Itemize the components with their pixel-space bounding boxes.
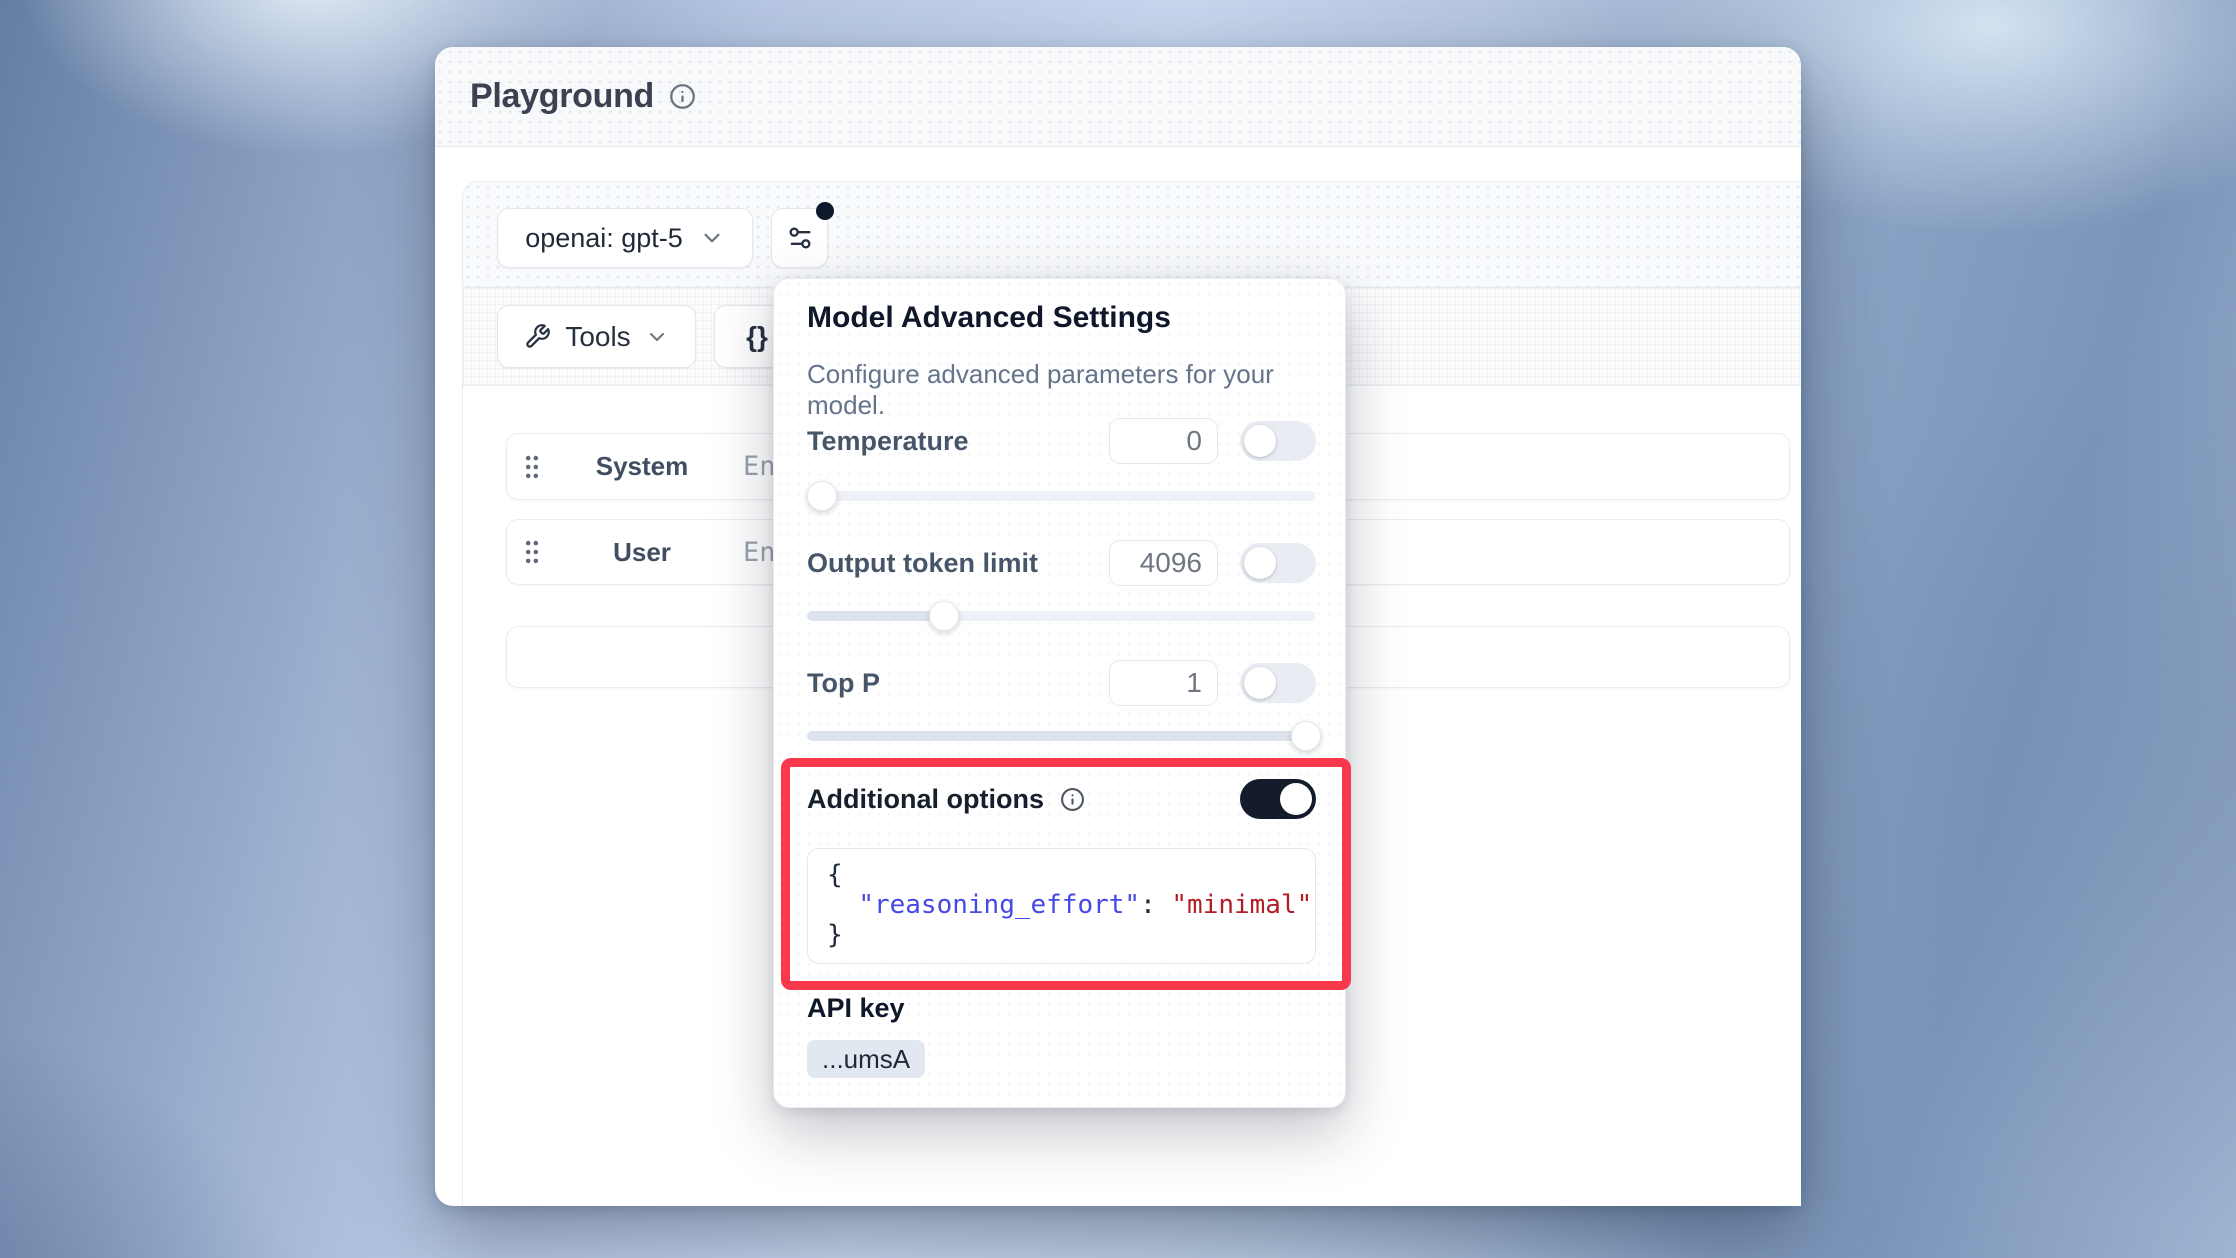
toggle-knob <box>1244 425 1276 457</box>
toggle-knob <box>1280 783 1312 815</box>
temperature-slider[interactable] <box>807 481 1316 511</box>
temperature-toggle[interactable] <box>1240 421 1316 461</box>
model-settings-button[interactable] <box>771 208 828 268</box>
page-header: Playground <box>435 47 1801 147</box>
output-token-limit-slider[interactable] <box>807 601 1316 631</box>
toggle-knob <box>1244 667 1276 699</box>
slider-track <box>807 491 1316 501</box>
grip-vertical-icon[interactable] <box>523 538 541 566</box>
model-bar: openai: gpt-5 <box>463 182 1801 288</box>
page-title: Playground <box>470 77 654 116</box>
top-p-toggle[interactable] <box>1240 663 1316 703</box>
grip-vertical-icon[interactable] <box>523 453 541 481</box>
message-role-label: System <box>567 451 717 482</box>
slider-fill <box>807 731 1306 741</box>
top-p-slider[interactable] <box>807 721 1316 751</box>
chevron-down-icon <box>645 325 669 349</box>
slider-fill <box>807 611 944 621</box>
popover-subtitle: Configure advanced parameters for your m… <box>807 359 1345 421</box>
slider-knob[interactable] <box>1291 721 1321 751</box>
info-icon <box>1060 787 1085 812</box>
param-row-temperature: Temperature <box>807 418 1316 464</box>
additional-options-label: Additional options <box>807 784 1044 814</box>
toggle-knob <box>1244 547 1276 579</box>
param-row-output-token-limit: Output token limit <box>807 540 1316 586</box>
info-icon <box>669 83 696 110</box>
tools-label: Tools <box>565 321 630 353</box>
temperature-label: Temperature <box>807 426 969 456</box>
param-row-top-p: Top P <box>807 660 1316 706</box>
slider-track <box>807 611 1316 621</box>
output-token-limit-input[interactable] <box>1109 540 1218 586</box>
output-token-limit-label: Output token limit <box>807 548 1038 578</box>
additional-options-header: Additional options <box>807 779 1316 819</box>
settings-notification-dot <box>816 202 834 220</box>
popover-title: Model Advanced Settings <box>807 301 1171 335</box>
slider-track <box>807 731 1316 741</box>
api-key-value-badge[interactable]: ...umsA <box>807 1040 925 1078</box>
tools-dropdown[interactable]: Tools <box>497 305 696 368</box>
json-key: "reasoning_effort" <box>858 890 1140 920</box>
api-key-label: API key <box>807 993 905 1024</box>
json-separator: : <box>1140 890 1171 920</box>
json-close-brace: } <box>827 920 843 950</box>
output-token-limit-toggle[interactable] <box>1240 543 1316 583</box>
additional-options-json-editor[interactable]: { "reasoning_effort": "minimal" } <box>807 848 1316 964</box>
top-p-label: Top P <box>807 668 880 698</box>
chevron-down-icon <box>699 225 725 251</box>
top-p-input[interactable] <box>1109 660 1218 706</box>
slider-knob[interactable] <box>807 481 837 511</box>
temperature-input[interactable] <box>1109 418 1218 464</box>
json-open-brace: { <box>827 860 843 890</box>
model-advanced-settings-popover: Model Advanced Settings Configure advanc… <box>773 278 1346 1108</box>
model-selector[interactable]: openai: gpt-5 <box>497 208 753 268</box>
settings-sliders-icon <box>786 224 814 252</box>
model-selector-label: openai: gpt-5 <box>525 223 683 254</box>
wrench-icon <box>524 323 551 350</box>
slider-knob[interactable] <box>929 601 959 631</box>
json-value: "minimal" <box>1171 890 1312 920</box>
highlight-rectangle: Additional options { "reasoning_effort":… <box>781 758 1351 990</box>
braces-label: {} <box>746 321 768 353</box>
message-role-label: User <box>567 537 717 568</box>
additional-options-toggle[interactable] <box>1240 779 1316 819</box>
